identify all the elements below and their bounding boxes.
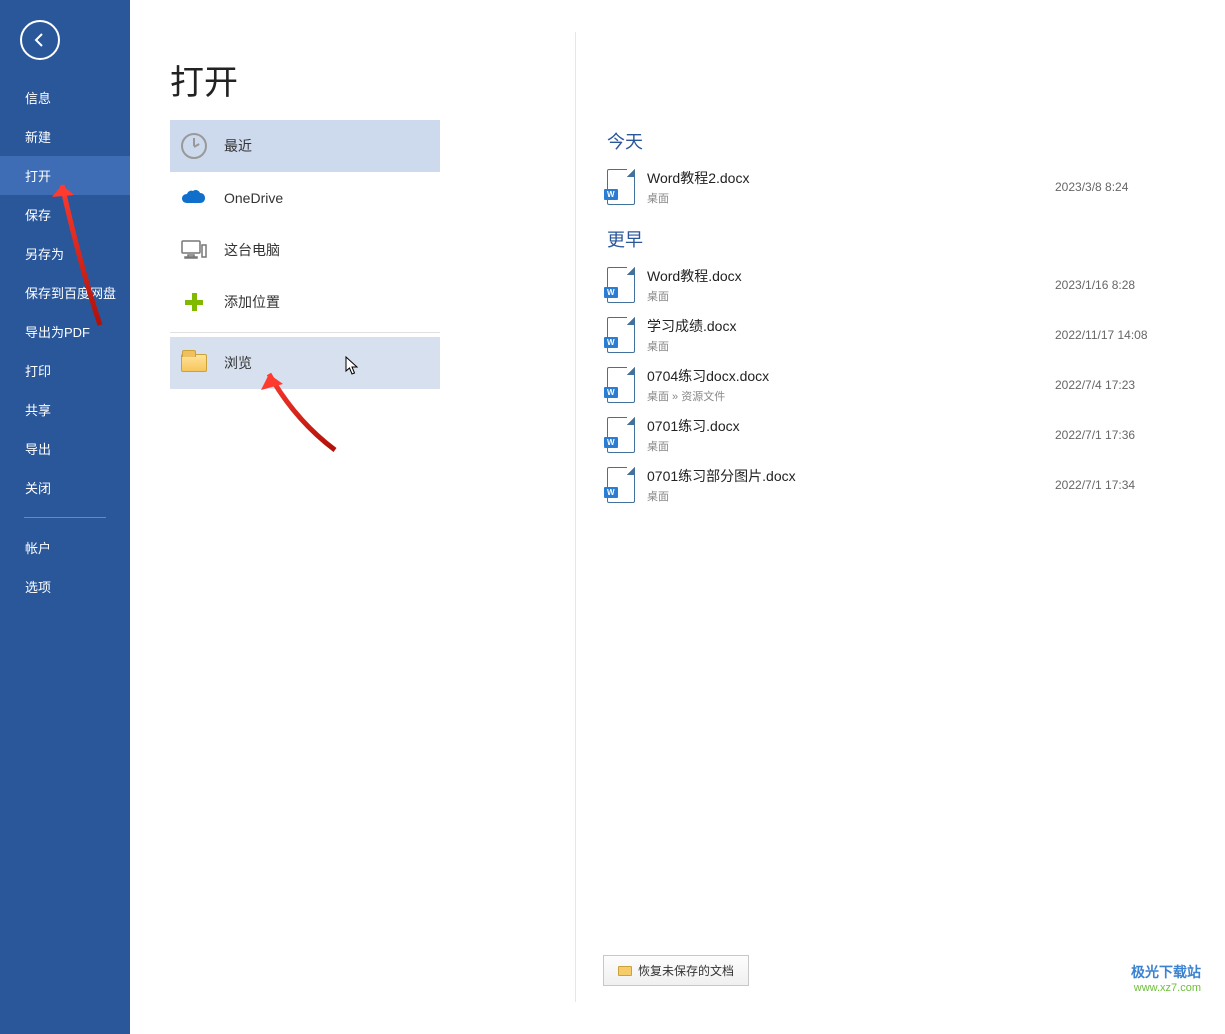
file-row[interactable]: W Word教程2.docx 桌面 2023/3/8 8:24 xyxy=(607,162,1195,212)
recover-label: 恢复未保存的文档 xyxy=(638,962,734,979)
nav-save-baidu[interactable]: 保存到百度网盘 xyxy=(0,273,130,312)
file-path: 桌面 xyxy=(647,488,1055,504)
nav-options[interactable]: 选项 xyxy=(0,567,130,606)
file-row[interactable]: W 0701练习部分图片.docx 桌面 2022/7/1 17:34 xyxy=(607,460,1195,510)
file-date: 2022/7/1 17:36 xyxy=(1055,428,1195,442)
file-date: 2022/11/17 14:08 xyxy=(1055,328,1195,342)
file-path: 桌面 xyxy=(647,338,1055,354)
file-date: 2022/7/1 17:34 xyxy=(1055,478,1195,492)
file-date: 2023/1/16 8:28 xyxy=(1055,278,1195,292)
backstage-sidebar: 信息 新建 打开 保存 另存为 保存到百度网盘 导出为PDF 打印 共享 导出 … xyxy=(0,0,130,1034)
nav-export[interactable]: 导出 xyxy=(0,429,130,468)
nav-share[interactable]: 共享 xyxy=(0,390,130,429)
nav-list: 信息 新建 打开 保存 另存为 保存到百度网盘 导出为PDF 打印 共享 导出 … xyxy=(0,78,130,606)
file-date: 2022/7/4 17:23 xyxy=(1055,378,1195,392)
source-label: 添加位置 xyxy=(224,292,280,312)
recover-unsaved-button[interactable]: 恢复未保存的文档 xyxy=(603,955,749,986)
onedrive-icon xyxy=(180,184,208,212)
file-row[interactable]: W 0701练习.docx 桌面 2022/7/1 17:36 xyxy=(607,410,1195,460)
file-path: 桌面 xyxy=(647,190,1055,206)
nav-print[interactable]: 打印 xyxy=(0,351,130,390)
source-label: OneDrive xyxy=(224,190,283,206)
source-label: 浏览 xyxy=(224,353,252,373)
watermark-url: www.xz7.com xyxy=(1131,982,1201,994)
file-date: 2023/3/8 8:24 xyxy=(1055,180,1195,194)
source-label: 最近 xyxy=(224,136,252,156)
nav-close[interactable]: 关闭 xyxy=(0,468,130,507)
file-path: 桌面 xyxy=(647,438,1055,454)
section-heading-today: 今天 xyxy=(607,128,1195,154)
source-recent[interactable]: 最近 xyxy=(170,120,440,172)
source-this-pc[interactable]: 这台电脑 xyxy=(170,224,440,276)
nav-info[interactable]: 信息 xyxy=(0,78,130,117)
file-name: 0701练习.docx xyxy=(647,416,1055,436)
source-separator xyxy=(170,332,440,333)
docx-icon: W xyxy=(607,267,635,303)
source-label: 这台电脑 xyxy=(224,240,280,260)
content-area: 打开 最近 OneDrive 这台电脑 添加位置 浏览 xyxy=(130,0,1225,1034)
back-button[interactable] xyxy=(20,20,60,60)
docx-icon: W xyxy=(607,417,635,453)
section-heading-earlier: 更早 xyxy=(607,226,1195,252)
clock-icon xyxy=(180,132,208,160)
docx-icon: W xyxy=(607,467,635,503)
source-onedrive[interactable]: OneDrive xyxy=(170,172,440,224)
nav-account[interactable]: 帐户 xyxy=(0,528,130,567)
folder-icon xyxy=(618,966,632,976)
watermark: 极光下载站 www.xz7.com xyxy=(1131,962,1201,994)
file-name: Word教程2.docx xyxy=(647,168,1055,188)
nav-save[interactable]: 保存 xyxy=(0,195,130,234)
file-name: 学习成绩.docx xyxy=(647,316,1055,336)
file-row[interactable]: W Word教程.docx 桌面 2023/1/16 8:28 xyxy=(607,260,1195,310)
nav-save-as[interactable]: 另存为 xyxy=(0,234,130,273)
watermark-title: 极光下载站 xyxy=(1131,962,1201,982)
docx-icon: W xyxy=(607,169,635,205)
page-title: 打开 xyxy=(170,55,238,104)
file-name: Word教程.docx xyxy=(647,266,1055,286)
vertical-divider xyxy=(575,32,576,1002)
file-row[interactable]: W 学习成绩.docx 桌面 2022/11/17 14:08 xyxy=(607,310,1195,360)
source-add-place[interactable]: 添加位置 xyxy=(170,276,440,328)
pc-icon xyxy=(180,236,208,264)
docx-icon: W xyxy=(607,317,635,353)
recent-files-list: 今天 W Word教程2.docx 桌面 2023/3/8 8:24 更早 W … xyxy=(607,128,1195,510)
folder-icon xyxy=(180,349,208,377)
file-row[interactable]: W 0704练习docx.docx 桌面 » 资源文件 2022/7/4 17:… xyxy=(607,360,1195,410)
file-path: 桌面 xyxy=(647,288,1055,304)
nav-open[interactable]: 打开 xyxy=(0,156,130,195)
nav-export-pdf[interactable]: 导出为PDF xyxy=(0,312,130,351)
nav-new[interactable]: 新建 xyxy=(0,117,130,156)
file-name: 0704练习docx.docx xyxy=(647,366,1055,386)
file-name: 0701练习部分图片.docx xyxy=(647,466,1055,486)
file-path: 桌面 » 资源文件 xyxy=(647,388,1055,404)
source-browse[interactable]: 浏览 xyxy=(170,337,440,389)
plus-icon xyxy=(180,288,208,316)
nav-separator xyxy=(24,517,106,518)
open-sources: 最近 OneDrive 这台电脑 添加位置 浏览 xyxy=(170,120,440,389)
docx-icon: W xyxy=(607,367,635,403)
